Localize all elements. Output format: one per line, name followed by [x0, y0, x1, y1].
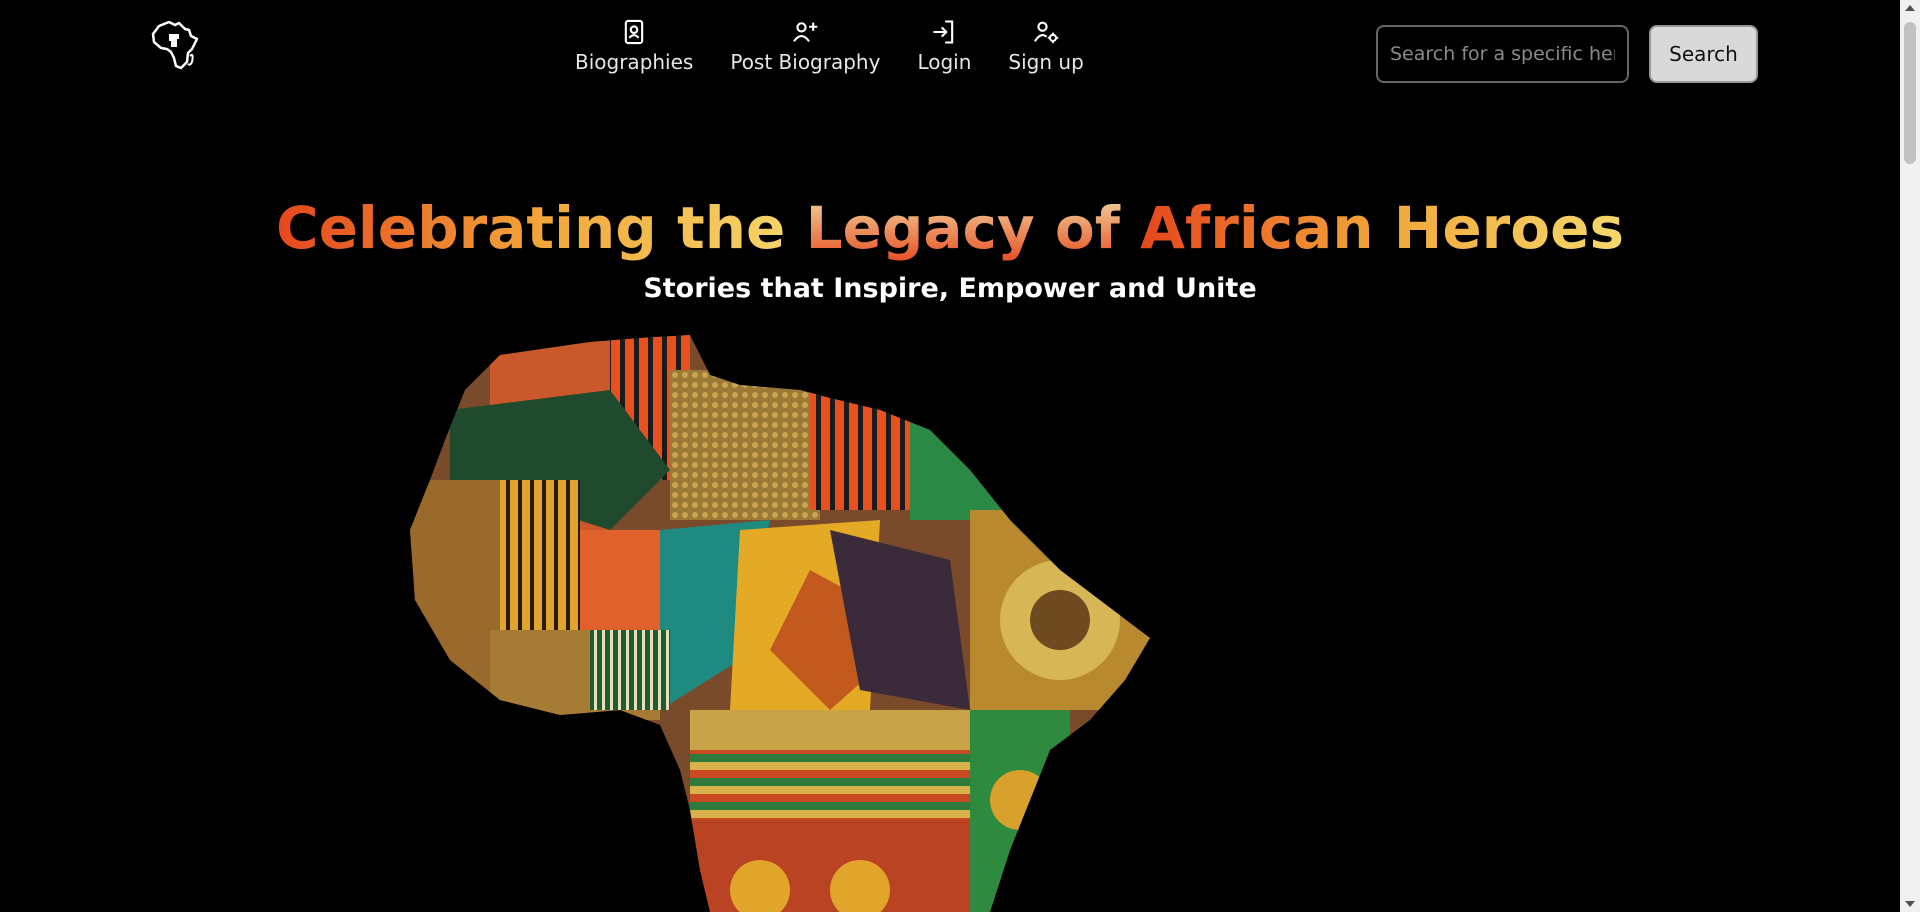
page-scrollbar[interactable] [1900, 0, 1920, 912]
person-gear-icon [1034, 21, 1059, 44]
scroll-down-arrow-icon[interactable] [1900, 895, 1920, 912]
nav-label: Sign up [1008, 50, 1084, 74]
site-header: Biographies Post Biography Login Sign up… [0, 0, 1900, 110]
africa-fist-logo-icon[interactable] [145, 16, 201, 72]
person-add-icon [793, 22, 818, 42]
nav-label: Post Biography [730, 50, 881, 74]
hero-title: Celebrating the Legacy of African Heroes [0, 194, 1900, 262]
nav-post-biography[interactable]: Post Biography [730, 18, 880, 74]
main-nav: Biographies Post Biography Login Sign up [575, 18, 1084, 74]
id-badge-icon [624, 19, 644, 45]
login-arrow-icon [933, 20, 954, 44]
nav-label: Biographies [575, 50, 694, 74]
search-button[interactable]: Search [1649, 25, 1758, 83]
nav-biographies[interactable]: Biographies [575, 18, 693, 74]
scrollbar-thumb[interactable] [1904, 22, 1916, 164]
scroll-up-arrow-icon[interactable] [1900, 0, 1920, 17]
nav-sign-up[interactable]: Sign up [1008, 18, 1084, 74]
hero-title-part: African Heroes [1140, 194, 1624, 262]
africa-pattern-map-image [410, 335, 1150, 912]
nav-login[interactable]: Login [917, 18, 971, 74]
search-input[interactable] [1376, 25, 1629, 83]
nav-label: Login [917, 50, 972, 74]
hero-subtitle: Stories that Inspire, Empower and Unite [643, 273, 1257, 304]
hero-title-part: Legacy of [805, 194, 1141, 262]
search-bar: Search [1376, 25, 1758, 83]
hero-title-part: Celebrating the [276, 194, 806, 262]
